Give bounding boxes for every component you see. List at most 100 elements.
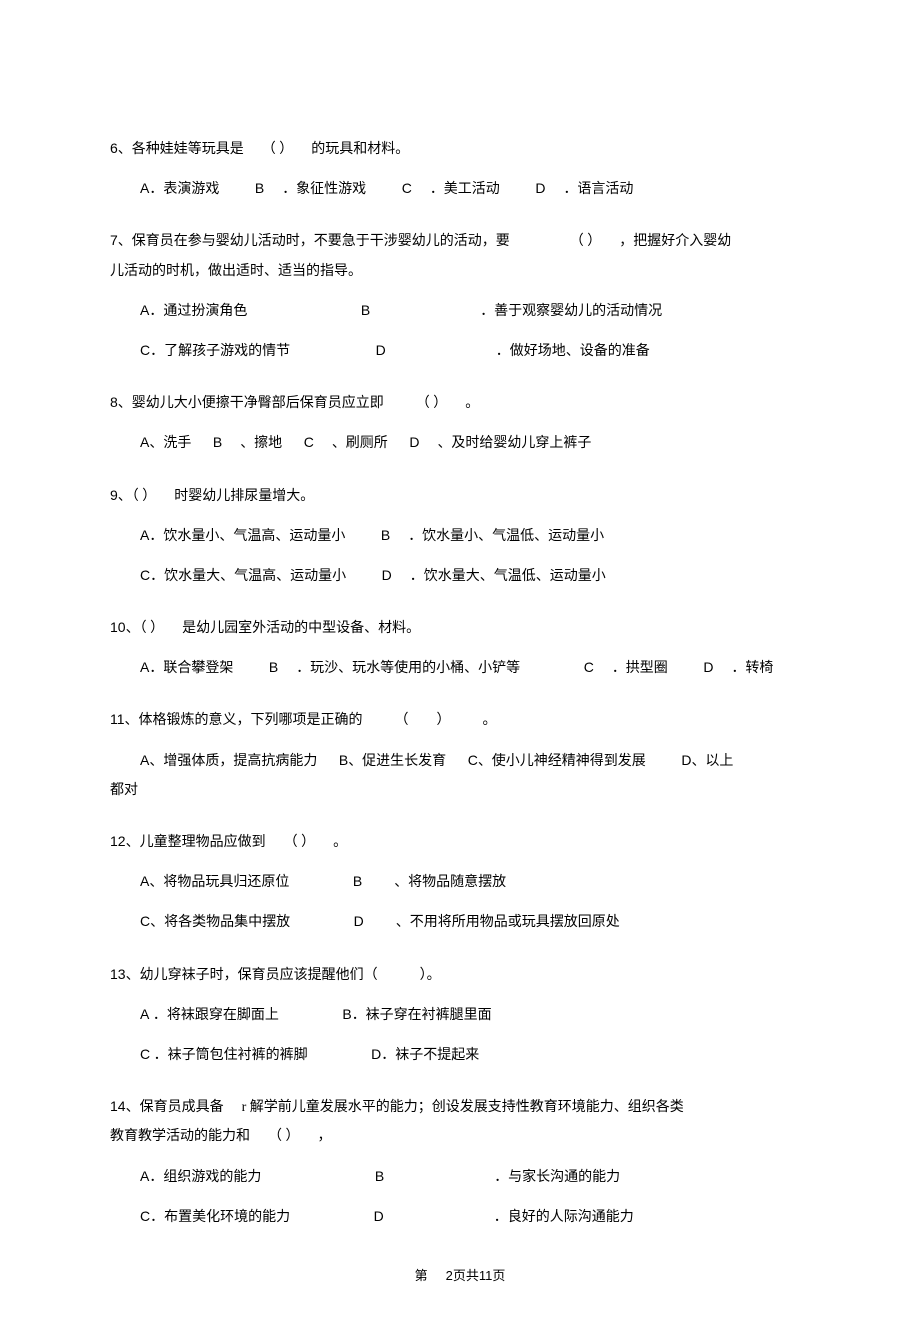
q-blank: （ ） xyxy=(140,621,165,636)
q14-options-row1: A．组织游戏的能力 B．与家长沟通的能力 xyxy=(110,1164,810,1190)
opt-letter: C xyxy=(140,913,150,929)
q-blank: （ ） xyxy=(570,234,602,249)
opt-letter: A xyxy=(140,1168,149,1184)
opt-text: ．组织游戏的能力 xyxy=(149,1170,261,1185)
q-text-mid: r 解学前儿童发展水平的能力；创设发展支持性教育环境能力、组织各类 xyxy=(242,1100,684,1115)
opt-letter: B xyxy=(381,527,390,543)
q-number: 7 xyxy=(110,232,118,248)
opt-text: 、以上 xyxy=(691,754,733,769)
q-text: 保育员成具备 xyxy=(140,1100,224,1115)
question-14: 14、保育员成具备r 解学前儿童发展水平的能力；创设发展支持性教育环境能力、组织… xyxy=(110,1094,810,1120)
question-10: 10、（ ）是幼儿园室外活动的中型设备、材料。 xyxy=(110,615,810,641)
q7-options-row2: C．了解孩子游戏的情节 D．做好场地、设备的准备 xyxy=(110,338,810,364)
opt-text: ．饮水量小、气温高、运动量小 xyxy=(149,529,345,544)
q13-options-row2: C ．袜子筒包住衬裤的裤脚 D．袜子不提起来 xyxy=(110,1042,810,1068)
opt-text: 、将各类物品集中摆放 xyxy=(150,915,290,930)
q-cont-b: ， xyxy=(318,1129,332,1144)
opt-text: 、及时给婴幼儿穿上裤子 xyxy=(437,436,591,451)
opt-letter: B xyxy=(339,752,348,768)
opt-letter: B xyxy=(269,659,278,675)
q-text: 婴幼儿大小便擦干净臀部后保育员应立即 xyxy=(132,396,384,411)
opt-text: ．拱型圈 xyxy=(612,661,668,676)
opt-text: ．将袜跟穿在脚面上 xyxy=(153,1008,279,1023)
q-number: 12 xyxy=(110,833,126,849)
q-cont-a: 教育教学活动的能力和 xyxy=(110,1129,250,1144)
opt-letter: A xyxy=(140,659,149,675)
q-text-b: 。 xyxy=(333,835,347,850)
footer-a: 第 xyxy=(415,1268,428,1283)
opt-text: ．美工活动 xyxy=(430,182,500,197)
q10-options: A．联合攀登架 B．玩沙、玩水等使用的小桶、小铲等 C．拱型圈 D．转椅 xyxy=(110,655,810,681)
opt-letter: D xyxy=(703,659,713,675)
opt-letter: A xyxy=(140,434,149,450)
q-text: 体格锻炼的意义，下列哪项是正确的 xyxy=(139,713,363,728)
opt-letter: D xyxy=(681,752,691,768)
q11-cont: 都对 xyxy=(110,778,810,803)
opt-text: 、将物品随意摆放 xyxy=(394,875,506,890)
opt-text: ．布置美化环境的能力 xyxy=(150,1210,290,1225)
question-13: 13、幼儿穿袜子时，保育员应该提醒他们（ ）。 xyxy=(110,962,810,988)
opt-letter: D xyxy=(354,913,364,929)
q-text-b: 是幼儿园室外活动的中型设备、材料。 xyxy=(182,621,420,636)
q-text-b: 。 xyxy=(465,396,479,411)
q-blank: （ ） xyxy=(416,396,448,411)
question-6: 6、各种娃娃等玩具是（ ）的玩具和材料。 xyxy=(110,136,810,162)
q14-cont: 教育教学活动的能力和 （ ） ， xyxy=(110,1124,810,1149)
opt-letter: A xyxy=(140,873,149,889)
opt-text: ．饮水量大、气温高、运动量小 xyxy=(150,569,346,584)
opt-text: ．玩沙、玩水等使用的小桶、小铲等 xyxy=(296,661,520,676)
opt-text: ．象征性游戏 xyxy=(282,182,366,197)
opt-letter: B xyxy=(213,434,222,450)
opt-letter: C xyxy=(140,567,150,583)
q-text-b: 的玩具和材料。 xyxy=(311,142,409,157)
opt-text: ．了解孩子游戏的情节 xyxy=(150,344,290,359)
footer-b: 2页共11页 xyxy=(446,1268,506,1283)
opt-text: 、将物品玩具归还原位 xyxy=(149,875,289,890)
q-blank: （ ） xyxy=(262,142,294,157)
opt-letter: C xyxy=(140,1046,150,1062)
q7-options-row1: A．通过扮演角色 B．善于观察婴幼儿的活动情况 xyxy=(110,298,810,324)
opt-letter: B xyxy=(361,302,370,318)
opt-text: 、洗手 xyxy=(149,436,191,451)
opt-text: ．通过扮演角色 xyxy=(149,304,247,319)
opt-text: ．语言活动 xyxy=(563,182,633,197)
opt-letter: C xyxy=(468,752,478,768)
opt-text: ．良好的人际沟通能力 xyxy=(494,1210,634,1225)
opt-letter: D xyxy=(535,180,545,196)
opt-letter: C xyxy=(402,180,412,196)
opt-letter: A xyxy=(140,1006,149,1022)
q-blank: （ ） xyxy=(395,713,451,728)
opt-letter: D xyxy=(374,1208,384,1224)
q9-options-row2: C．饮水量大、气温高、运动量小 D．饮水量大、气温低、运动量小 xyxy=(110,563,810,589)
opt-text: 、使小儿神经精神得到发展 xyxy=(478,754,646,769)
q-number: 10 xyxy=(110,619,126,635)
q9-options-row1: A．饮水量小、气温高、运动量小 B ．饮水量小、气温低、运动量小 xyxy=(110,523,810,549)
q-text: 幼儿穿袜子时，保育员应该提醒他们（ ）。 xyxy=(140,968,441,983)
opt-letter: A xyxy=(140,527,149,543)
opt-text: ．善于观察婴幼儿的活动情况 xyxy=(480,304,662,319)
q-number: 14 xyxy=(110,1098,126,1114)
q-number: 9 xyxy=(110,487,118,503)
q12-options-row2: C、将各类物品集中摆放 D、不用将所用物品或玩具摆放回原处 xyxy=(110,909,810,935)
q-number: 11 xyxy=(110,711,125,727)
q7-cont: 儿活动的时机，做出适时、适当的指导。 xyxy=(110,259,810,284)
opt-text: ．饮水量小、气温低、运动量小 xyxy=(408,529,604,544)
opt-text: ．袜子筒包住衬裤的裤脚 xyxy=(154,1048,308,1063)
opt-letter: D xyxy=(376,342,386,358)
question-7: 7、保育员在参与婴幼儿活动时，不要急于干涉婴幼儿的活动，要（ ），把握好介入婴幼 xyxy=(110,228,810,254)
question-8: 8、婴幼儿大小便擦干净臀部后保育员应立即（ ）。 xyxy=(110,390,810,416)
q-text-b: 。 xyxy=(483,713,497,728)
q-text-b: ，把握好介入婴幼 xyxy=(619,234,731,249)
q12-options-row1: A、将物品玩具归还原位 B 、将物品随意摆放 xyxy=(110,869,810,895)
opt-letter: C xyxy=(140,1208,150,1224)
opt-letter: B xyxy=(353,873,362,889)
opt-text: ．联合攀登架 xyxy=(149,661,233,676)
q-text: 儿童整理物品应做到 xyxy=(140,835,266,850)
question-9: 9、（ ）时婴幼儿排尿量增大。 xyxy=(110,483,810,509)
opt-letter: A xyxy=(140,752,149,768)
opt-text: ．表演游戏 xyxy=(149,182,219,197)
q-blank: （ ） xyxy=(132,489,157,504)
opt-text: 、促进生长发育 xyxy=(348,754,446,769)
q-blank: （ ） xyxy=(268,1129,300,1144)
opt-letter: C xyxy=(304,434,314,450)
